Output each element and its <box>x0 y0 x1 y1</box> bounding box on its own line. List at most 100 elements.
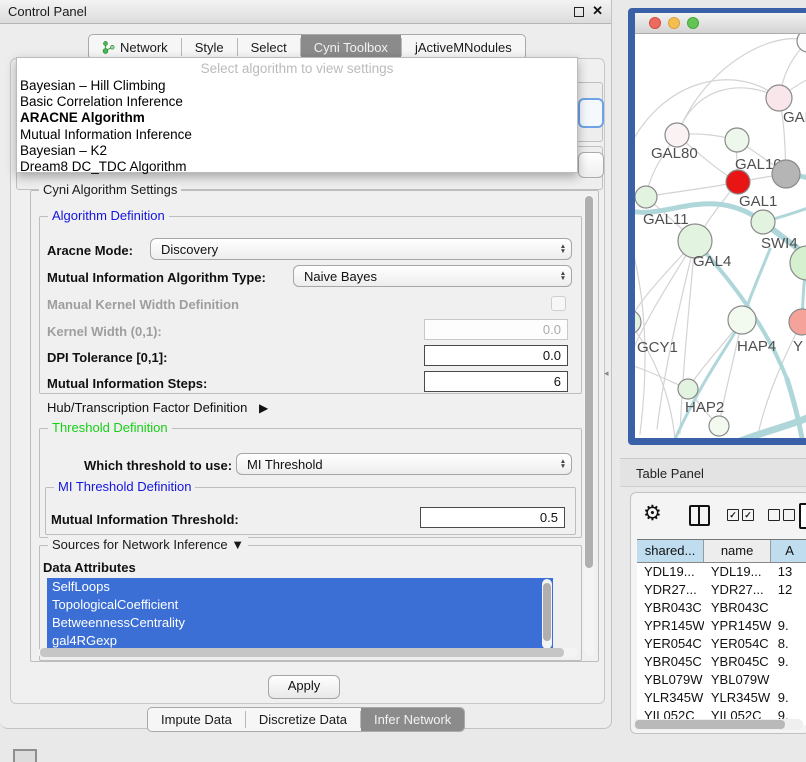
dropdown-item[interactable]: Basic Correlation Inference <box>17 94 577 110</box>
network-node-gal1[interactable] <box>726 170 750 194</box>
attribute-list-item[interactable]: BetweennessCentrality <box>47 614 553 632</box>
table-cell: YPR145W <box>704 617 771 635</box>
table-cell: YER054C <box>637 635 704 653</box>
network-node-y[interactable] <box>789 309 806 335</box>
table-cell: 12 <box>771 581 806 599</box>
tab-infer-network[interactable]: Infer Network <box>361 708 464 731</box>
network-node-gal[interactable] <box>766 85 792 111</box>
table-cell: YBR043C <box>704 599 771 617</box>
tab-network[interactable]: Network <box>89 35 181 59</box>
data-attributes-list: SelfLoopsTopologicalCoefficientBetweenne… <box>47 578 553 651</box>
table-cell: YDL19... <box>637 563 704 581</box>
mi-threshold-field[interactable]: 0.5 <box>420 507 565 528</box>
select-all-icon[interactable]: ✓ <box>742 509 754 521</box>
dropdown-placeholder: Select algorithm to view settings <box>17 60 577 78</box>
algorithm-combobox-fragment[interactable] <box>578 98 604 128</box>
scrollbar-thumb[interactable] <box>585 196 593 568</box>
table-cell: YDL19... <box>704 563 771 581</box>
tab-jactivemnodules[interactable]: jActiveMNodules <box>402 35 525 59</box>
tab-select[interactable]: Select <box>238 35 300 59</box>
network-node[interactable] <box>709 416 729 436</box>
dropdown-item[interactable]: Bayesian – K2 <box>17 143 577 159</box>
chevron-right-icon: ▶ <box>259 401 268 415</box>
zoom-traffic-light-icon[interactable] <box>687 17 699 29</box>
which-threshold-combobox[interactable]: MI Threshold ▲▼ <box>236 453 572 475</box>
attribute-list-scrollbar[interactable] <box>542 579 552 649</box>
close-traffic-light-icon[interactable] <box>649 17 661 29</box>
dropdown-item[interactable]: Bayesian – Hill Climbing <box>17 78 577 94</box>
new-column-icon[interactable] <box>799 503 806 529</box>
settings-vertical-scrollbar[interactable] <box>584 194 594 656</box>
table-horizontal-scrollbar[interactable] <box>633 719 803 730</box>
column-header[interactable]: name <box>704 540 771 562</box>
sources-group-title: Sources for Network Inference ▼ <box>48 537 248 552</box>
panel-divider-handle[interactable]: ◂ <box>604 368 609 379</box>
table-row[interactable]: YDR27...YDR27...12 <box>637 581 806 599</box>
manual-kernel-width-checkbox[interactable] <box>551 296 566 311</box>
settings-horizontal-scrollbar[interactable] <box>38 648 578 657</box>
float-window-icon[interactable] <box>574 7 584 17</box>
data-attributes-label: Data Attributes <box>43 560 136 575</box>
node-label: GCY1 <box>637 339 678 356</box>
network-node-gcy1[interactable] <box>635 310 641 334</box>
which-threshold-value: MI Threshold <box>237 457 555 472</box>
network-canvas[interactable]: GALGAL80GAL10GAL1GAL11SWI4GAL4GCY1HAP4YH… <box>635 34 806 438</box>
hub-transcription-factor-expander[interactable]: Hub/Transcription Factor Definition ▶ <box>47 400 268 415</box>
network-node-gal80[interactable] <box>665 123 689 147</box>
network-edge <box>677 88 779 135</box>
table-row[interactable]: YDL19...YDL19...13 <box>637 563 806 581</box>
table-row[interactable]: YBR043CYBR043C <box>637 599 806 617</box>
close-icon[interactable]: ✕ <box>592 3 603 19</box>
tab-impute-data[interactable]: Impute Data <box>148 708 245 731</box>
apply-button[interactable]: Apply <box>268 675 340 699</box>
mi-algorithm-type-value: Naive Bayes <box>294 269 555 284</box>
dropdown-item[interactable]: Dream8 DC_TDC Algorithm <box>17 159 577 175</box>
node-label: GAL80 <box>651 145 698 162</box>
table-row[interactable]: YBR045CYBR045C9. <box>637 653 806 671</box>
tab-discretize-data[interactable]: Discretize Data <box>246 708 360 731</box>
table-row[interactable]: YPR145WYPR145W9. <box>637 617 806 635</box>
split-view-icon[interactable] <box>689 505 710 526</box>
network-node-hap4[interactable] <box>728 306 756 334</box>
select-all-icon[interactable]: ✓ <box>727 509 739 521</box>
network-view-window: GALGAL80GAL10GAL1GAL11SWI4GAL4GCY1HAP4YH… <box>628 8 806 445</box>
scrollbar-thumb[interactable] <box>40 648 564 657</box>
scrollbar-thumb[interactable] <box>543 583 551 641</box>
control-panel-title: Control Panel <box>8 4 87 19</box>
tab-label: Infer Network <box>374 712 451 727</box>
dropdown-item[interactable]: Mutual Information Inference <box>17 127 577 143</box>
tab-label: Cyni Toolbox <box>314 40 388 55</box>
table-row[interactable]: YER054CYER054C8. <box>637 635 806 653</box>
chevron-down-icon[interactable]: ▼ <box>231 537 244 552</box>
minimize-traffic-light-icon[interactable] <box>668 17 680 29</box>
algorithm-dropdown-popup: Select algorithm to view settings Bayesi… <box>16 57 578 173</box>
network-node[interactable] <box>797 34 806 52</box>
dpi-tolerance-field[interactable]: 0.0 <box>424 345 568 366</box>
network-node-gal11[interactable] <box>635 186 657 208</box>
network-window-titlebar <box>635 13 806 34</box>
attribute-table: shared...nameA YDL19...YDL19...13YDR27..… <box>637 539 806 725</box>
settings-gear-icon[interactable]: ⚙ <box>643 501 662 526</box>
column-header[interactable]: A <box>771 540 806 562</box>
tab-label: jActiveMNodules <box>415 40 512 55</box>
scrollbar-thumb[interactable] <box>635 720 785 729</box>
tab-cyni-toolbox[interactable]: Cyni Toolbox <box>301 35 401 59</box>
deselect-all-icon[interactable] <box>768 509 780 521</box>
network-node-gal10[interactable] <box>725 128 749 152</box>
attribute-list-item[interactable]: TopologicalCoefficient <box>47 596 553 614</box>
table-row[interactable]: YLR345WYLR345W9. <box>637 689 806 707</box>
mi-algorithm-type-combobox[interactable]: Naive Bayes ▲▼ <box>293 265 572 287</box>
aracne-mode-combobox[interactable]: Discovery ▲▼ <box>150 238 572 260</box>
tab-style[interactable]: Style <box>182 35 237 59</box>
dropdown-item[interactable]: ARACNE Algorithm <box>17 110 577 126</box>
mi-steps-field[interactable]: 6 <box>424 371 568 392</box>
table-row[interactable]: YBL079WYBL079W <box>637 671 806 689</box>
network-combobox-fragment[interactable] <box>578 152 604 178</box>
column-header[interactable]: shared... <box>637 540 704 562</box>
network-node-swi4[interactable] <box>751 210 775 234</box>
minimized-panel-icon[interactable] <box>13 749 37 762</box>
network-node[interactable] <box>772 160 800 188</box>
network-node-hap2[interactable] <box>678 379 698 399</box>
deselect-all-icon[interactable] <box>783 509 795 521</box>
attribute-list-item[interactable]: SelfLoops <box>47 578 553 596</box>
